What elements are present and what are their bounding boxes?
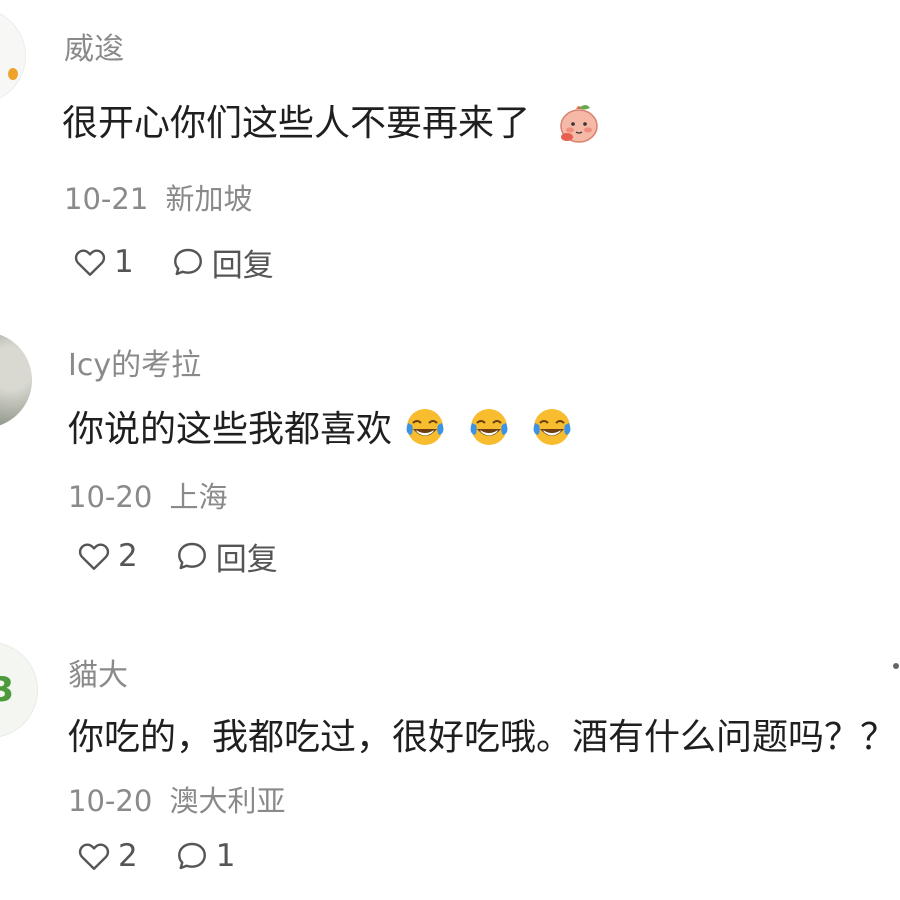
reply-button[interactable]: 回复 bbox=[170, 240, 274, 285]
comment-text: 你说的这些我都喜欢 bbox=[68, 409, 393, 450]
avatar-decoration: 3 bbox=[0, 670, 14, 710]
avatar[interactable]: 3 bbox=[0, 642, 38, 738]
comment-date: 10-20 bbox=[68, 784, 153, 818]
comment-item: Icy的考拉 你说的这些我都喜欢 10-20 上海 2 回复 bbox=[0, 320, 900, 620]
comment-text: 你吃的，我都吃过，很好吃哦。酒有什么问题吗？？ bbox=[68, 717, 897, 758]
comment-location: 澳大利亚 bbox=[169, 784, 286, 818]
comment-text-row: 很开心你们这些人不要再来了 bbox=[62, 94, 603, 149]
comment-item: 3 貓大 你吃的，我都吃过，很好吃哦。酒有什么问题吗？？ 10-20 澳大利亚 … bbox=[0, 632, 900, 900]
reply-label: 回复 bbox=[211, 247, 274, 284]
comment-date: 10-21 bbox=[64, 182, 149, 216]
chat-bubble-icon bbox=[173, 248, 202, 276]
like-button[interactable]: 2 bbox=[76, 838, 138, 874]
username[interactable]: 貓大 bbox=[68, 650, 128, 694]
reply-count: 1 bbox=[215, 838, 236, 874]
chat-bubble-icon bbox=[177, 542, 206, 570]
heart-icon bbox=[78, 543, 110, 570]
comment-list: 威逡 很开心你们这些人不要再来了 10-21 新加坡 1 回复 Icy的考拉 你… bbox=[0, 0, 900, 900]
comment-actions: 2 1 bbox=[76, 836, 271, 876]
avatar[interactable] bbox=[0, 332, 32, 428]
like-count: 2 bbox=[118, 838, 138, 874]
comment-date: 10-20 bbox=[68, 480, 153, 514]
comment-meta: 10-21 新加坡 bbox=[64, 176, 253, 218]
username[interactable]: 威逡 bbox=[64, 24, 124, 68]
reply-button[interactable]: 1 bbox=[174, 838, 236, 874]
like-button[interactable]: 2 bbox=[76, 538, 138, 574]
heart-icon bbox=[74, 249, 106, 276]
comment-actions: 2 回复 bbox=[76, 534, 314, 579]
comment-location: 上海 bbox=[169, 480, 228, 514]
like-count: 2 bbox=[118, 538, 138, 574]
tears-of-joy-emoji bbox=[403, 405, 447, 449]
comment-meta: 10-20 上海 bbox=[68, 474, 228, 516]
avatar[interactable] bbox=[0, 8, 26, 104]
peach-shy-emoji bbox=[555, 97, 603, 145]
comment-text: 很开心你们这些人不要再来了 bbox=[62, 103, 531, 144]
comment-item: 威逡 很开心你们这些人不要再来了 10-21 新加坡 1 回复 bbox=[0, 0, 900, 300]
tears-of-joy-emoji bbox=[530, 405, 574, 449]
comment-text-row: 你说的这些我都喜欢 bbox=[68, 400, 574, 453]
heart-icon bbox=[78, 843, 110, 870]
like-button[interactable]: 1 bbox=[72, 244, 134, 280]
comment-location: 新加坡 bbox=[165, 182, 253, 216]
like-count: 1 bbox=[114, 244, 134, 280]
avatar-decoration bbox=[8, 68, 18, 80]
more-options-icon[interactable] bbox=[893, 663, 899, 669]
chat-bubble-icon bbox=[177, 842, 206, 870]
comment-meta: 10-20 澳大利亚 bbox=[68, 778, 286, 820]
reply-label: 回复 bbox=[215, 541, 278, 578]
tears-of-joy-emoji bbox=[467, 405, 511, 449]
comment-actions: 1 回复 bbox=[72, 240, 310, 285]
reply-button[interactable]: 回复 bbox=[174, 534, 278, 579]
username[interactable]: Icy的考拉 bbox=[68, 340, 201, 384]
